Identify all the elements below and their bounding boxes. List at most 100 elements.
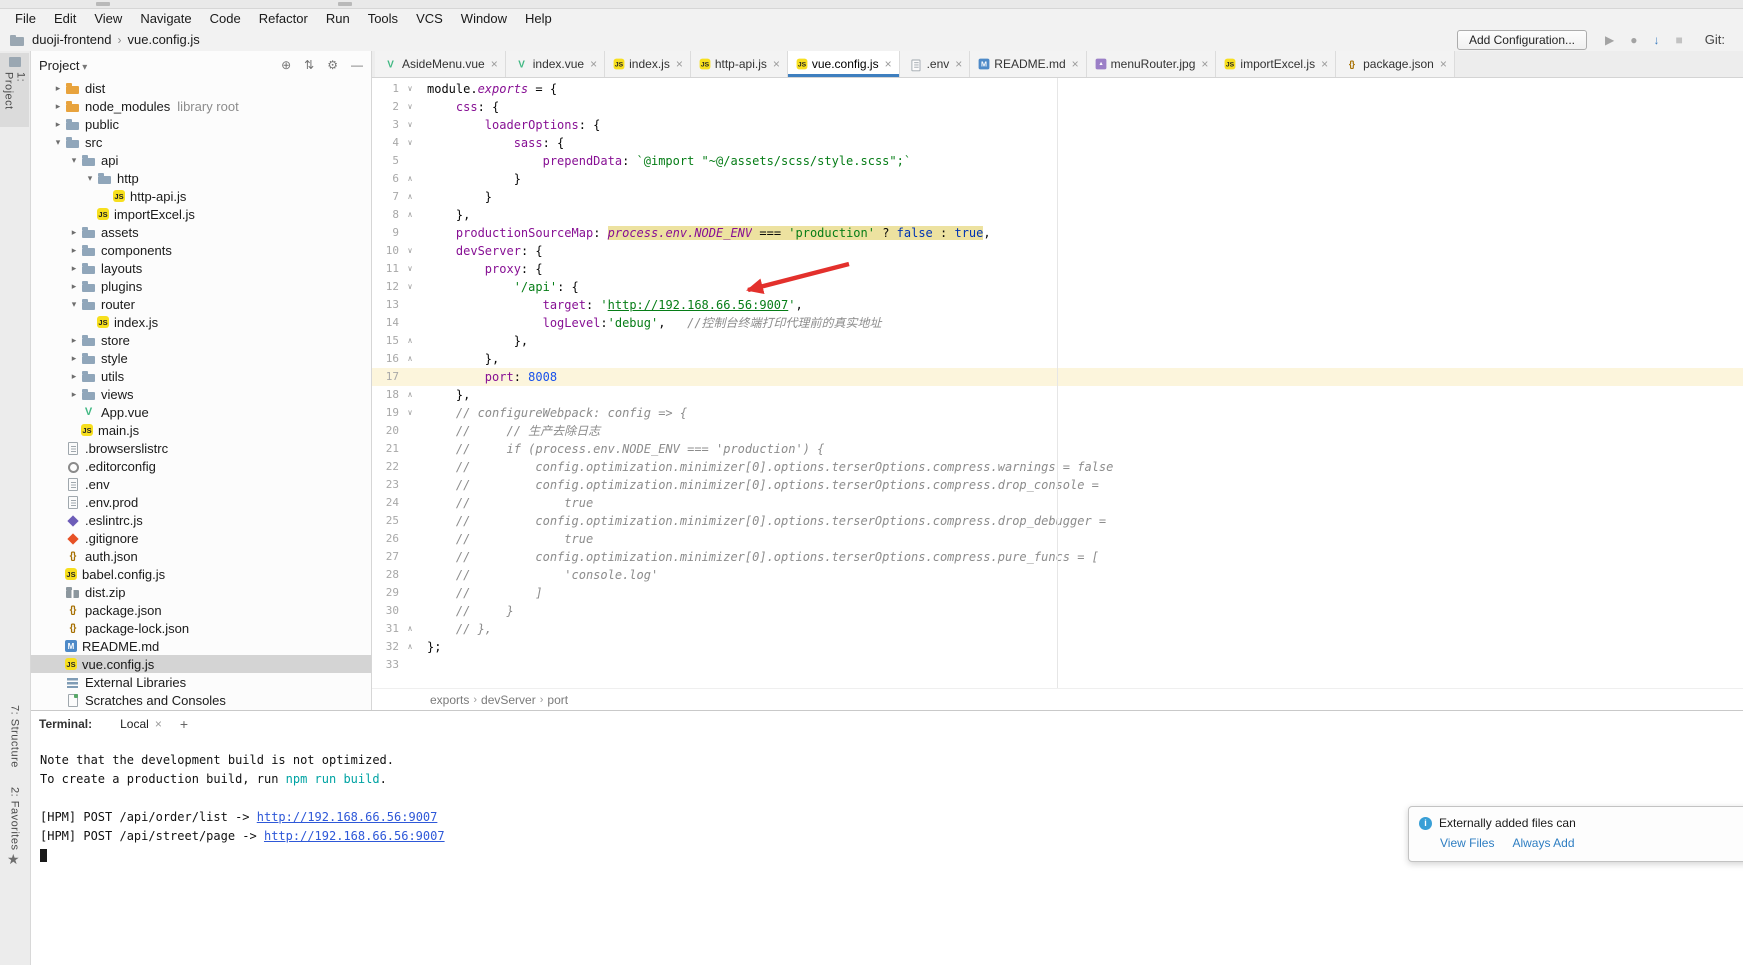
tree-item-package.json[interactable]: {}package.json bbox=[31, 601, 371, 619]
breadcrumb-project[interactable]: duoji-frontend bbox=[32, 32, 112, 47]
collapse-all-icon[interactable]: ⇅ bbox=[304, 59, 314, 71]
tree-item-http-api.js[interactable]: JShttp-api.js bbox=[31, 187, 371, 205]
chevron-collapsed-icon[interactable]: ▸ bbox=[67, 389, 81, 400]
tree-item-auth.json[interactable]: {}auth.json bbox=[31, 547, 371, 565]
tree-item-views[interactable]: ▸views bbox=[31, 385, 371, 403]
tree-item-.env[interactable]: .env bbox=[31, 475, 371, 493]
tree-item-api[interactable]: ▾api bbox=[31, 151, 371, 169]
breadcrumb-devServer[interactable]: devServer bbox=[481, 693, 536, 707]
menu-view[interactable]: View bbox=[85, 11, 131, 26]
tree-item-public[interactable]: ▸public bbox=[31, 115, 371, 133]
tree-item-.env.prod[interactable]: .env.prod bbox=[31, 493, 371, 511]
run-icon[interactable]: ▶ bbox=[1605, 34, 1614, 46]
fold-close-icon[interactable]: ∧ bbox=[402, 188, 418, 206]
menu-refactor[interactable]: Refactor bbox=[250, 11, 317, 26]
close-tab-icon[interactable]: × bbox=[1072, 57, 1079, 71]
tree-item-style[interactable]: ▸style bbox=[31, 349, 371, 367]
favorites-star-icon[interactable] bbox=[7, 851, 20, 868]
close-tab-icon[interactable]: × bbox=[773, 57, 780, 71]
tree-item-.browserslistrc[interactable]: .browserslistrc bbox=[31, 439, 371, 457]
tab-package.json[interactable]: {}package.json× bbox=[1336, 51, 1455, 77]
tab-README.md[interactable]: MREADME.md× bbox=[970, 51, 1086, 77]
tree-item-importExcel.js[interactable]: JSimportExcel.js bbox=[31, 205, 371, 223]
settings-icon[interactable]: ⚙ bbox=[327, 59, 338, 71]
tree-item-http[interactable]: ▾http bbox=[31, 169, 371, 187]
close-tab-icon[interactable]: × bbox=[491, 57, 498, 71]
tree-item-assets[interactable]: ▸assets bbox=[31, 223, 371, 241]
close-tab-icon[interactable]: × bbox=[676, 57, 683, 71]
notification-link-view-files[interactable]: View Files bbox=[1440, 836, 1494, 850]
tab-index.js[interactable]: JSindex.js× bbox=[605, 51, 691, 77]
chevron-collapsed-icon[interactable]: ▸ bbox=[67, 335, 81, 346]
tree-item-.eslintrc.js[interactable]: .eslintrc.js bbox=[31, 511, 371, 529]
fold-open-icon[interactable]: ∨ bbox=[402, 278, 418, 296]
fold-close-icon[interactable]: ∧ bbox=[402, 620, 418, 638]
tab-index.vue[interactable]: Vindex.vue× bbox=[506, 51, 605, 77]
chevron-collapsed-icon[interactable]: ▸ bbox=[67, 227, 81, 238]
stop-icon[interactable]: ■ bbox=[1676, 34, 1683, 46]
tree-item-index.js[interactable]: JSindex.js bbox=[31, 313, 371, 331]
fold-open-icon[interactable]: ∨ bbox=[402, 260, 418, 278]
fold-close-icon[interactable]: ∧ bbox=[402, 170, 418, 188]
tree-item-External Libraries[interactable]: External Libraries bbox=[31, 673, 371, 691]
menu-vcs[interactable]: VCS bbox=[407, 11, 452, 26]
tree-item-dist.zip[interactable]: dist.zip bbox=[31, 583, 371, 601]
tree-item-.editorconfig[interactable]: .editorconfig bbox=[31, 457, 371, 475]
fold-close-icon[interactable]: ∧ bbox=[402, 638, 418, 656]
menu-tools[interactable]: Tools bbox=[359, 11, 407, 26]
chevron-collapsed-icon[interactable]: ▸ bbox=[67, 263, 81, 274]
update-icon[interactable]: ↓ bbox=[1654, 34, 1660, 46]
tool-button-favorites[interactable]: 2: Favorites bbox=[0, 783, 29, 854]
tab-AsideMenu.vue[interactable]: VAsideMenu.vue× bbox=[375, 51, 506, 77]
breadcrumb-port[interactable]: port bbox=[547, 693, 568, 707]
tree-item-.gitignore[interactable]: .gitignore bbox=[31, 529, 371, 547]
chevron-collapsed-icon[interactable]: ▸ bbox=[67, 353, 81, 364]
breadcrumb-exports[interactable]: exports bbox=[430, 693, 469, 707]
tree-item-layouts[interactable]: ▸layouts bbox=[31, 259, 371, 277]
code-editor[interactable]: 1∨module.exports = {2∨ css: {3∨ loaderOp… bbox=[372, 78, 1743, 688]
close-tab-icon[interactable]: × bbox=[1201, 57, 1208, 71]
tree-item-dist[interactable]: ▸dist bbox=[31, 79, 371, 97]
close-tab-icon[interactable]: × bbox=[955, 57, 962, 71]
notification-link-always-add[interactable]: Always Add bbox=[1512, 836, 1574, 850]
chevron-expanded-icon[interactable]: ▾ bbox=[83, 173, 97, 184]
menu-window[interactable]: Window bbox=[452, 11, 516, 26]
chevron-collapsed-icon[interactable]: ▸ bbox=[67, 245, 81, 256]
fold-close-icon[interactable]: ∧ bbox=[402, 332, 418, 350]
tree-item-package-lock.json[interactable]: {}package-lock.json bbox=[31, 619, 371, 637]
tab-http-api.js[interactable]: JShttp-api.js× bbox=[691, 51, 788, 77]
tab-importExcel.js[interactable]: JSimportExcel.js× bbox=[1216, 51, 1336, 77]
locate-icon[interactable]: ⊕ bbox=[281, 59, 291, 71]
menu-code[interactable]: Code bbox=[201, 11, 250, 26]
chevron-collapsed-icon[interactable]: ▸ bbox=[51, 101, 65, 112]
tree-item-store[interactable]: ▸store bbox=[31, 331, 371, 349]
terminal-link[interactable]: http://192.168.66.56:9007 bbox=[264, 829, 445, 843]
tree-item-src[interactable]: ▾src bbox=[31, 133, 371, 151]
close-tab-icon[interactable]: × bbox=[590, 57, 597, 71]
fold-close-icon[interactable]: ∧ bbox=[402, 206, 418, 224]
tool-button-project[interactable]: 1: Project bbox=[0, 53, 29, 127]
tab-.env[interactable]: .env× bbox=[900, 51, 971, 77]
fold-open-icon[interactable]: ∨ bbox=[402, 242, 418, 260]
fold-close-icon[interactable]: ∧ bbox=[402, 386, 418, 404]
fold-open-icon[interactable]: ∨ bbox=[402, 134, 418, 152]
breadcrumb-file[interactable]: vue.config.js bbox=[128, 32, 200, 47]
new-terminal-icon[interactable] bbox=[180, 716, 188, 732]
menu-run[interactable]: Run bbox=[317, 11, 359, 26]
tree-item-node_modules[interactable]: ▸node_moduleslibrary root bbox=[31, 97, 371, 115]
chevron-collapsed-icon[interactable]: ▸ bbox=[67, 281, 81, 292]
fold-open-icon[interactable]: ∨ bbox=[402, 98, 418, 116]
tree-item-router[interactable]: ▾router bbox=[31, 295, 371, 313]
tab-menuRouter.jpg[interactable]: ▲menuRouter.jpg× bbox=[1087, 51, 1217, 77]
tree-item-babel.config.js[interactable]: JSbabel.config.js bbox=[31, 565, 371, 583]
menu-help[interactable]: Help bbox=[516, 11, 561, 26]
add-configuration-button[interactable]: Add Configuration... bbox=[1457, 30, 1587, 50]
chevron-collapsed-icon[interactable]: ▸ bbox=[51, 83, 65, 94]
fold-open-icon[interactable]: ∨ bbox=[402, 80, 418, 98]
chevron-collapsed-icon[interactable]: ▸ bbox=[51, 119, 65, 130]
git-label[interactable]: Git: bbox=[1705, 32, 1725, 47]
debug-icon[interactable]: ● bbox=[1630, 34, 1637, 46]
tree-item-Scratches and Consoles[interactable]: Scratches and Consoles bbox=[31, 691, 371, 709]
hide-icon[interactable]: — bbox=[351, 59, 363, 71]
project-panel-title[interactable]: Project bbox=[39, 58, 87, 73]
